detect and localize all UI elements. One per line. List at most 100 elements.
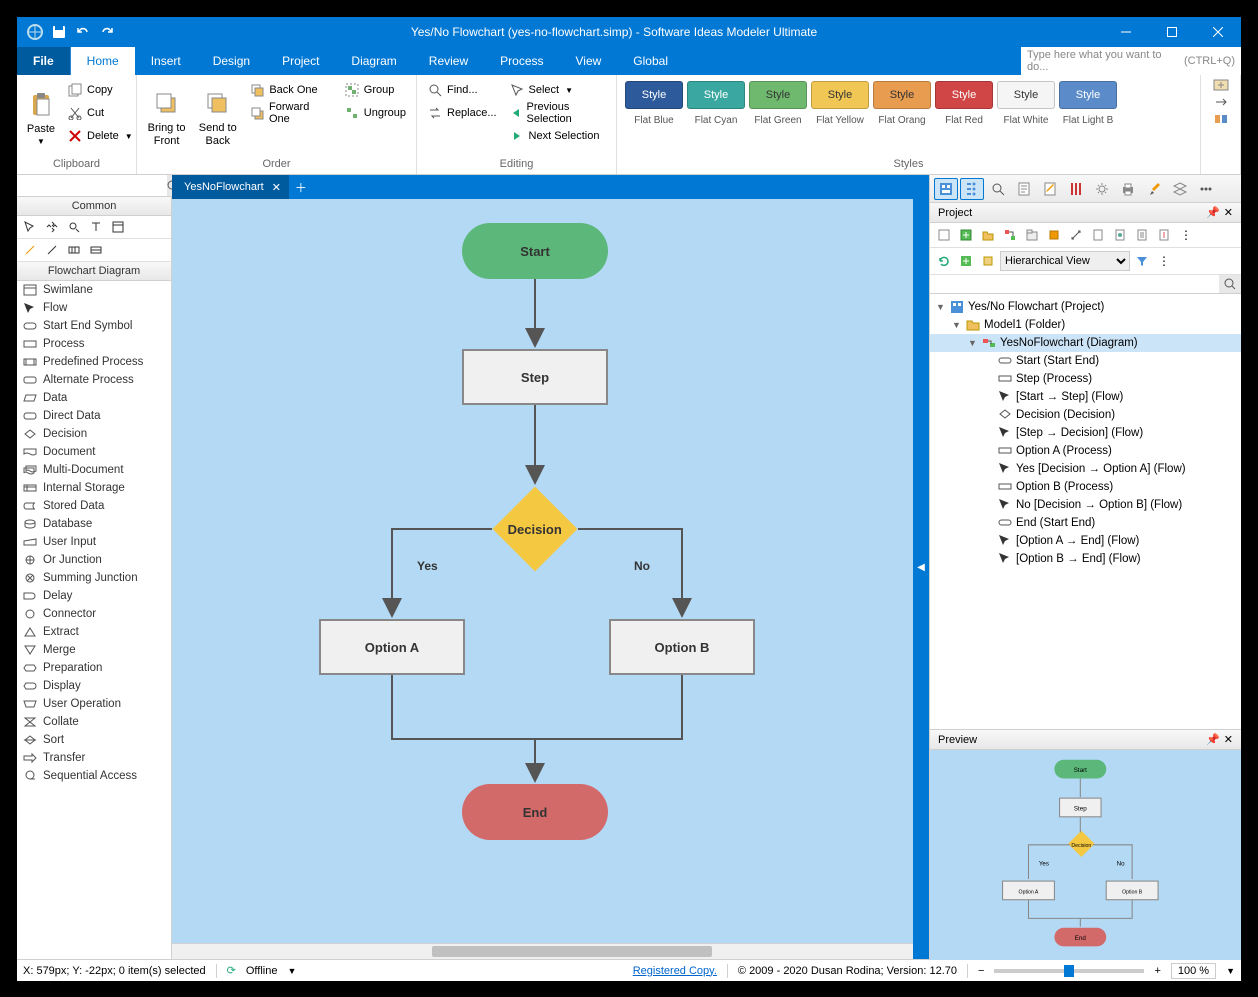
send-to-back-button[interactable]: Send to Back <box>194 79 241 156</box>
style-swatch-flat-blue[interactable]: Style <box>625 81 683 109</box>
toolbox-summing-junction[interactable]: Summing Junction <box>17 569 171 587</box>
toolbox-merge[interactable]: Merge <box>17 641 171 659</box>
proj-menu-icon[interactable]: ⋮ <box>1154 252 1174 270</box>
zoom-value[interactable]: 100 % <box>1171 963 1216 979</box>
proj-item-icon[interactable] <box>1088 226 1108 244</box>
pin-icon[interactable]: 📌 <box>1206 206 1220 219</box>
proj-element-icon[interactable] <box>1044 226 1064 244</box>
grid-tool-icon[interactable] <box>87 242 105 258</box>
proj-item4-icon[interactable] <box>1154 226 1174 244</box>
toolbox-connector[interactable]: Connector <box>17 605 171 623</box>
tree-item[interactable]: Yes [Decision → Option A] (Flow) <box>930 460 1241 478</box>
select-button[interactable]: Select▼ <box>505 79 610 101</box>
pan-tool-icon[interactable] <box>43 219 61 235</box>
edit-view-icon[interactable] <box>1038 178 1062 200</box>
paste-button[interactable]: Paste ▼ <box>23 79 59 156</box>
status-sync-icon[interactable]: ⟳ <box>227 964 236 977</box>
tree-item[interactable]: Decision (Decision) <box>930 406 1241 424</box>
preview-canvas[interactable]: Start Step Decision Yes No Option A Opti… <box>930 750 1241 960</box>
proj-folder-icon[interactable] <box>978 226 998 244</box>
right-panel-collapse[interactable]: ◀ <box>913 175 929 959</box>
ungroup-button[interactable]: Ungroup <box>340 102 410 124</box>
find-button[interactable]: Find... <box>423 79 501 101</box>
proj-filter-icon[interactable] <box>1132 252 1152 270</box>
toolbox-document[interactable]: Document <box>17 443 171 461</box>
toolbox-start-end-symbol[interactable]: Start End Symbol <box>17 317 171 335</box>
tree-item[interactable]: [Start → Step] (Flow) <box>930 388 1241 406</box>
tree-item[interactable]: [Option A → End] (Flow) <box>930 532 1241 550</box>
tree-item[interactable]: Step (Process) <box>930 370 1241 388</box>
toolbox-database[interactable]: Database <box>17 515 171 533</box>
delete-button[interactable]: Delete▼ <box>63 125 137 147</box>
close-button[interactable] <box>1195 17 1241 47</box>
toolbox-direct-data[interactable]: Direct Data <box>17 407 171 425</box>
toolbox-predefined-process[interactable]: Predefined Process <box>17 353 171 371</box>
next-selection-button[interactable]: Next Selection <box>505 125 610 147</box>
node-option-a[interactable]: Option A <box>319 619 465 675</box>
more-view-icon[interactable] <box>1194 178 1218 200</box>
toolbox-display[interactable]: Display <box>17 677 171 695</box>
proj-add2-icon[interactable] <box>956 252 976 270</box>
prev-selection-button[interactable]: Previous Selection <box>505 102 610 124</box>
zoom-in-button[interactable]: + <box>1154 965 1160 977</box>
toolbox-sequential-access[interactable]: Sequential Access <box>17 767 171 785</box>
undo-icon[interactable] <box>73 22 93 42</box>
proj-more-icon[interactable]: ⋮ <box>1176 226 1196 244</box>
toolbox-user-input[interactable]: User Input <box>17 533 171 551</box>
tree-item[interactable]: ▼YesNoFlowchart (Diagram) <box>930 334 1241 352</box>
toolbox-preparation[interactable]: Preparation <box>17 659 171 677</box>
style-swatch-flat-yellow[interactable]: Style <box>811 81 869 109</box>
menu-review[interactable]: Review <box>413 47 484 75</box>
proj-package-icon[interactable] <box>1022 226 1042 244</box>
tree-item[interactable]: [Option B → End] (Flow) <box>930 550 1241 568</box>
line-tool-icon[interactable] <box>21 242 39 258</box>
toolbox-delay[interactable]: Delay <box>17 587 171 605</box>
layers-view-icon[interactable] <box>1168 178 1192 200</box>
tree-item[interactable]: Start (Start End) <box>930 352 1241 370</box>
settings-view-icon[interactable] <box>1090 178 1114 200</box>
preview-close-icon[interactable]: ✕ <box>1224 733 1233 746</box>
horizontal-scrollbar[interactable] <box>172 943 913 959</box>
status-offline[interactable]: Offline <box>246 965 278 977</box>
ribbon-expand-icon[interactable] <box>1213 79 1229 94</box>
node-start[interactable]: Start <box>462 223 608 279</box>
styles-view-icon[interactable] <box>1064 178 1088 200</box>
preview-pin-icon[interactable]: 📌 <box>1206 733 1220 746</box>
diagram-canvas[interactable]: Start Step Decision Yes No Option A Opti… <box>172 199 913 943</box>
command-search[interactable]: Type here what you want to do... (CTRL+Q… <box>1021 47 1241 75</box>
container-tool-icon[interactable] <box>109 219 127 235</box>
panel-close-icon[interactable]: ✕ <box>1224 206 1233 219</box>
common-header[interactable]: Common <box>17 197 171 216</box>
menu-global[interactable]: Global <box>617 47 684 75</box>
proj-refresh-icon[interactable] <box>934 252 954 270</box>
toolbox-sort[interactable]: Sort <box>17 731 171 749</box>
style-swatch-flat-cyan[interactable]: Style <box>687 81 745 109</box>
minimize-button[interactable] <box>1103 17 1149 47</box>
menu-process[interactable]: Process <box>484 47 559 75</box>
zoom-tool-icon[interactable] <box>65 219 83 235</box>
print-view-icon[interactable] <box>1116 178 1140 200</box>
proj-item3-icon[interactable] <box>1132 226 1152 244</box>
node-end[interactable]: End <box>462 784 608 840</box>
replace-button[interactable]: Replace... <box>423 102 501 124</box>
ribbon-arrow-icon[interactable] <box>1213 96 1229 111</box>
hierarchical-view-select[interactable]: Hierarchical View <box>1000 251 1130 271</box>
project-view-icon[interactable] <box>934 178 958 200</box>
proj-item2-icon[interactable] <box>1110 226 1130 244</box>
rect-tool-icon[interactable] <box>65 242 83 258</box>
proj-diagram-icon[interactable] <box>1000 226 1020 244</box>
tree-item[interactable]: ▼Yes/No Flowchart (Project) <box>930 298 1241 316</box>
style-swatch-flat-white[interactable]: Style <box>997 81 1055 109</box>
tree-item[interactable]: [Step → Decision] (Flow) <box>930 424 1241 442</box>
toolbox-data[interactable]: Data <box>17 389 171 407</box>
toolbox-flow[interactable]: Flow <box>17 299 171 317</box>
copy-button[interactable]: Copy <box>63 79 137 101</box>
save-icon[interactable] <box>49 22 69 42</box>
flowchart-section-header[interactable]: Flowchart Diagram <box>17 262 171 281</box>
proj-add-icon[interactable] <box>956 226 976 244</box>
zoom-out-button[interactable]: − <box>978 965 984 977</box>
toolbox-internal-storage[interactable]: Internal Storage <box>17 479 171 497</box>
zoom-slider[interactable] <box>994 969 1144 973</box>
pointer-tool-icon[interactable] <box>21 219 39 235</box>
text-tool-icon[interactable] <box>87 219 105 235</box>
